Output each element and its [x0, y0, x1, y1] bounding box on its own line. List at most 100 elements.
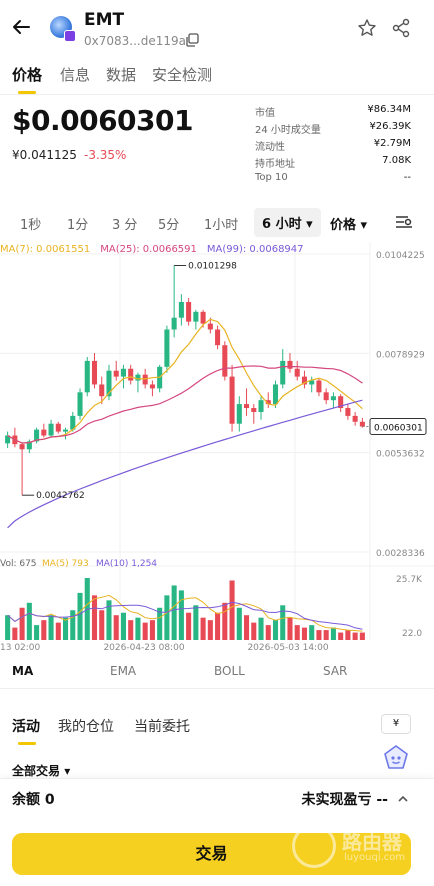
volume-bar — [70, 610, 76, 640]
candle-body — [193, 311, 199, 322]
candle-body — [164, 329, 170, 367]
volume-bar — [265, 625, 271, 640]
candle-body — [244, 404, 250, 409]
low-price-label: 0.0042762 — [36, 491, 85, 501]
volume-bar — [207, 620, 213, 640]
volume-bar — [135, 617, 141, 640]
copy-icon[interactable] — [185, 33, 199, 47]
candle-body — [251, 408, 257, 412]
candle-body — [149, 384, 155, 389]
candle-body — [128, 368, 134, 381]
volume-bar — [164, 595, 170, 640]
ma7-label: MA(7): 0.0061551 — [0, 244, 91, 255]
indicator-sar[interactable]: SAR — [323, 664, 347, 678]
tab-activity[interactable]: 活动 — [12, 716, 40, 736]
candle-body — [272, 384, 279, 405]
volume-label: Vol: 675 — [0, 559, 37, 569]
ai-assistant-icon[interactable] — [382, 744, 410, 772]
token-address: 0x7083...de119a — [84, 34, 186, 48]
favorite-star-icon[interactable] — [357, 18, 377, 38]
candle-body — [222, 345, 228, 377]
top-bar: EMT 0x7083...de119a — [0, 0, 434, 58]
chart-settings-icon[interactable] — [394, 212, 414, 232]
volume-bar — [251, 622, 257, 640]
volume-bar — [338, 632, 344, 640]
chevron-up-icon[interactable] — [396, 792, 410, 806]
x-tick-label: 13 02:00 — [0, 643, 41, 652]
token-logo — [50, 16, 76, 42]
x-tick-label: 2026-05-03 14:00 — [247, 643, 328, 652]
detail-tabs: 价格 信息 数据 安全检测 — [0, 58, 434, 94]
balance-bar: 余额 0 未实现盈亏 -- — [0, 778, 434, 818]
timeframe-bar: 1秒 1分 3 分 5分 1小时 6 小时 ▾ 价格 ▾ — [0, 208, 434, 238]
current-price-label: 0.0060301 — [374, 423, 423, 433]
volume-bar — [171, 585, 177, 640]
tab-security[interactable]: 安全检测 — [152, 64, 212, 85]
candle-body — [135, 374, 141, 381]
price-change: -3.35% — [84, 148, 127, 162]
candle-body — [215, 329, 221, 346]
volume-bar — [222, 602, 228, 640]
ma-legend: MA(7): 0.0061551 MA(25): 0.0066591 MA(99):… — [0, 244, 314, 255]
stat-holders: 持币地址 7.08K — [255, 155, 411, 170]
candle-body — [229, 376, 235, 424]
candle-body — [345, 408, 351, 416]
high-price-label: 0.0101298 — [188, 261, 237, 271]
timeframe-1m[interactable]: 1分 — [67, 214, 88, 233]
candle-body — [91, 360, 98, 385]
candle-body — [316, 380, 322, 393]
volume-bar — [309, 625, 315, 640]
indicator-boll[interactable]: BOLL — [214, 664, 245, 678]
candle-body — [171, 317, 177, 330]
watermark-logo — [292, 824, 336, 868]
candle-body — [294, 368, 300, 377]
tab-data[interactable]: 数据 — [106, 64, 136, 85]
volume-bar — [236, 607, 242, 640]
timeframe-1h[interactable]: 1小时 — [204, 214, 238, 233]
stat-24h-volume: 24 小时成交量 ¥26.39K — [255, 121, 411, 136]
indicator-ema[interactable]: EMA — [110, 664, 136, 678]
volume-bar — [294, 625, 300, 640]
volume-bar — [26, 602, 32, 640]
volume-bar — [186, 612, 192, 640]
stat-market-cap: 市值 ¥86.34M — [255, 104, 411, 119]
timeframe-6h-dropdown[interactable]: 6 小时 ▾ — [254, 208, 321, 237]
volume-bar — [178, 590, 184, 640]
candle-body — [287, 360, 293, 369]
volume-bar — [149, 620, 155, 640]
volume-bar — [330, 627, 336, 640]
price-type-dropdown[interactable]: 价格 ▾ — [330, 214, 367, 233]
candle-body — [200, 311, 206, 324]
volume-bar — [77, 592, 83, 640]
tab-open-orders[interactable]: 当前委托 — [134, 716, 190, 736]
trade-filter-dropdown[interactable]: 全部交易 ▾ — [12, 762, 70, 779]
tab-my-positions[interactable]: 我的仓位 — [58, 716, 114, 736]
volume-bar — [91, 595, 98, 640]
candle-body — [113, 370, 119, 377]
token-name: EMT — [84, 10, 125, 30]
back-arrow-icon[interactable] — [10, 16, 32, 38]
stat-top10: Top 10 -- — [255, 172, 411, 183]
tab-info[interactable]: 信息 — [60, 64, 90, 85]
candle-body — [359, 421, 365, 427]
indicator-ma[interactable]: MA — [12, 664, 33, 678]
volume-bar — [272, 620, 279, 640]
volume-bar — [19, 607, 25, 640]
share-icon[interactable] — [391, 18, 411, 38]
ma25-label: MA(25): 0.0066591 — [100, 244, 197, 255]
y-tick-label: 0.0078929 — [376, 350, 425, 360]
volume-bar — [193, 605, 199, 640]
volume-bar — [99, 610, 105, 640]
candle-body — [280, 360, 286, 385]
timeframe-1s[interactable]: 1秒 — [20, 214, 41, 233]
indicator-bar: MA EMA BOLL SAR — [0, 660, 434, 684]
timeframe-3m[interactable]: 3 分 — [112, 214, 137, 233]
candle-body — [323, 392, 329, 401]
watermark-title: 路由器 — [342, 830, 402, 854]
divider — [0, 688, 434, 689]
tab-price[interactable]: 价格 — [12, 64, 42, 85]
stat-liquidity: 流动性 ¥2.79M — [255, 138, 411, 153]
timeframe-5m[interactable]: 5分 — [158, 214, 179, 233]
price-chart[interactable]: 0.0104225 0.0078929 0.0053632 0.0028336 0.01… — [0, 242, 434, 652]
currency-toggle[interactable]: ¥ — [381, 714, 411, 734]
